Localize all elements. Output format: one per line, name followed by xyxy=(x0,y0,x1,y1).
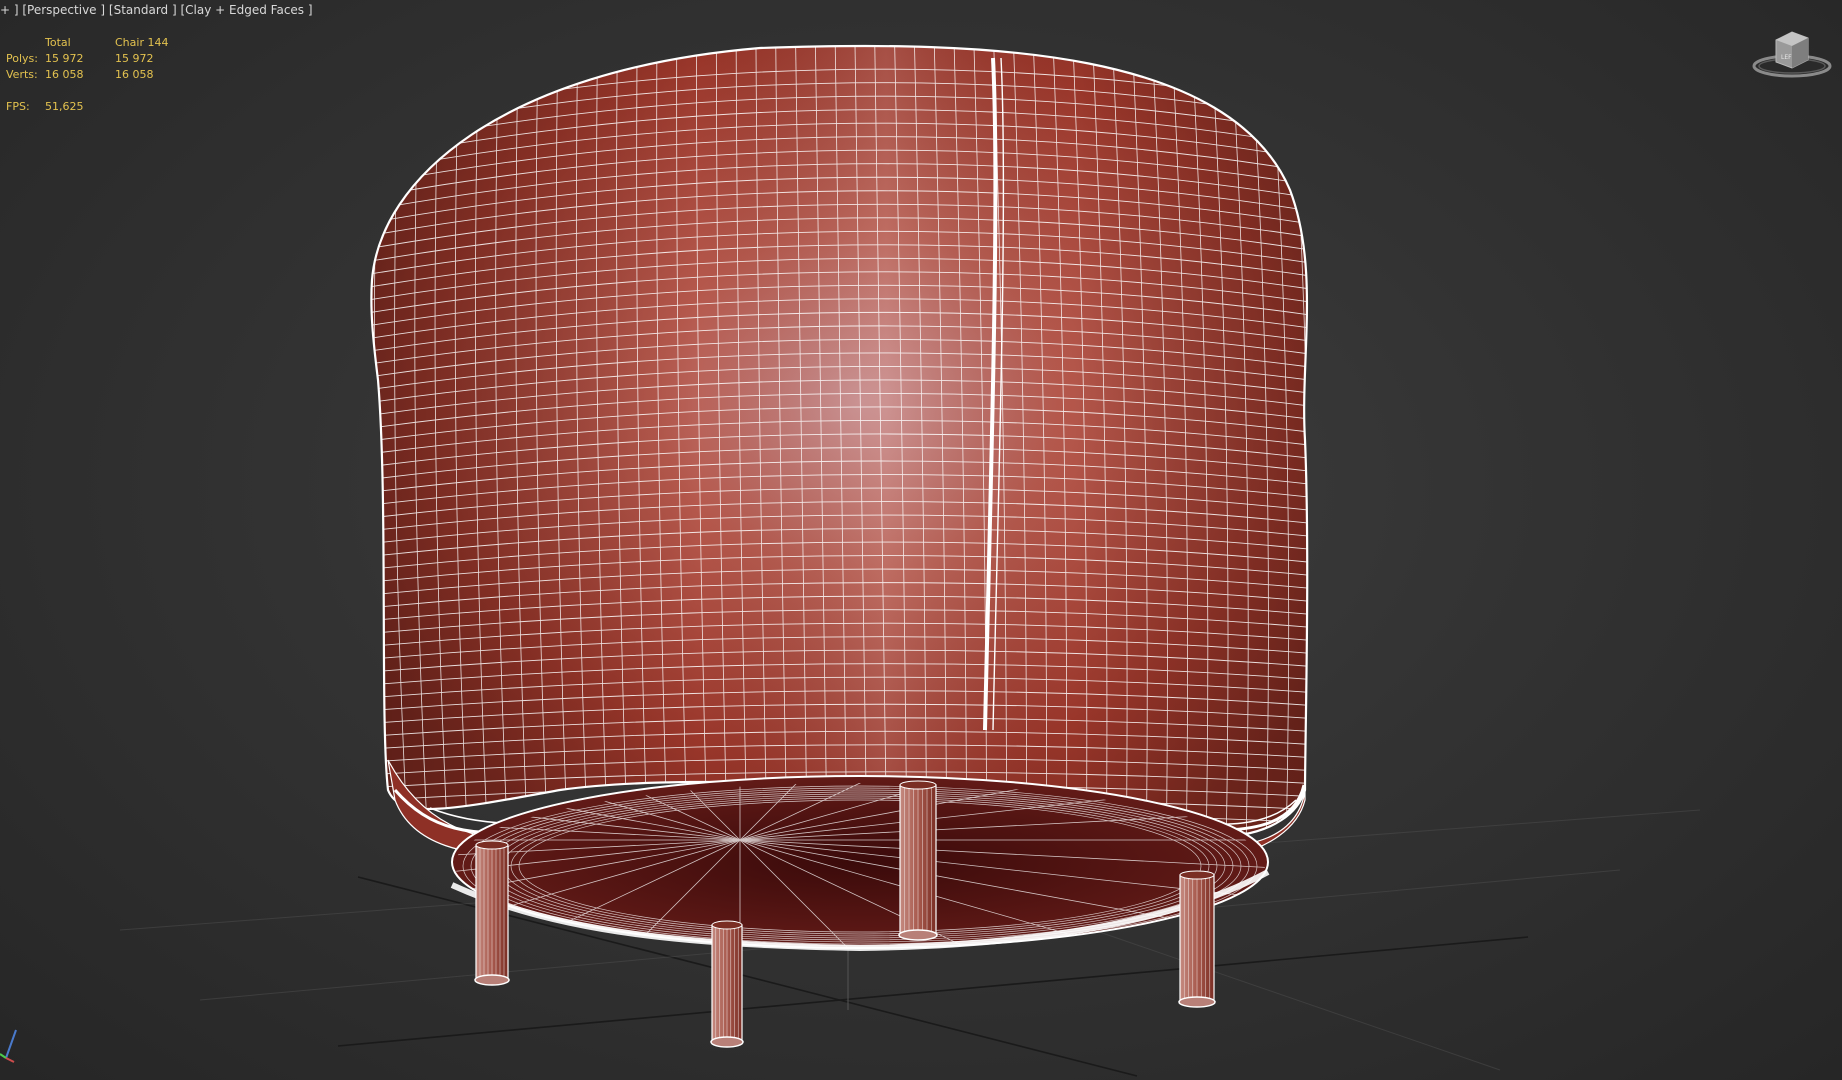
chair-leg-3 xyxy=(898,780,938,941)
verts-total: 16 058 xyxy=(45,68,84,81)
polys-label: Polys: xyxy=(6,52,38,65)
viewport-shading-menu[interactable]: [Standard ] xyxy=(109,3,177,17)
chair-leg-1 xyxy=(474,840,510,986)
fps-label: FPS: xyxy=(6,100,30,113)
verts-label: Verts: xyxy=(6,68,38,81)
chair-body[interactable] xyxy=(340,30,1330,880)
stats-verts-row: Verts: 16 058 16 058 xyxy=(6,67,206,83)
stats-polys-row: Polys: 15 972 15 972 xyxy=(6,51,206,67)
stats-total-header: Total xyxy=(45,36,71,49)
viewport-view-menu[interactable]: [Perspective ] xyxy=(22,3,105,17)
viewcube-icon[interactable]: LEF xyxy=(1750,22,1834,82)
viewport-label[interactable]: + ] [Perspective ] [Standard ] [Clay + E… xyxy=(0,3,313,17)
svg-text:LEF: LEF xyxy=(1781,54,1792,61)
polys-object: 15 972 xyxy=(115,52,154,65)
verts-object: 16 058 xyxy=(115,68,154,81)
stats-object-header: Chair 144 xyxy=(115,36,169,49)
fps-value: 51,625 xyxy=(45,100,84,113)
perspective-viewport[interactable]: + ] [Perspective ] [Standard ] [Clay + E… xyxy=(0,0,1842,1080)
chair-leg-2 xyxy=(710,920,744,1048)
statistics-overlay: Total Chair 144 Polys: 15 972 15 972 Ver… xyxy=(6,35,206,115)
viewport-display-mode-menu[interactable]: [Clay + Edged Faces ] xyxy=(181,3,313,17)
chair-leg-4 xyxy=(1178,870,1216,1008)
stats-fps-row: FPS: 51,625 xyxy=(6,99,206,115)
viewport-menu-plus[interactable]: + xyxy=(0,3,10,17)
viewport-bracket: ] xyxy=(10,3,23,17)
scene-canvas[interactable] xyxy=(0,0,1842,1080)
polys-total: 15 972 xyxy=(45,52,84,65)
stats-header-row: Total Chair 144 xyxy=(6,35,206,51)
axis-tripod-icon xyxy=(0,1029,17,1063)
